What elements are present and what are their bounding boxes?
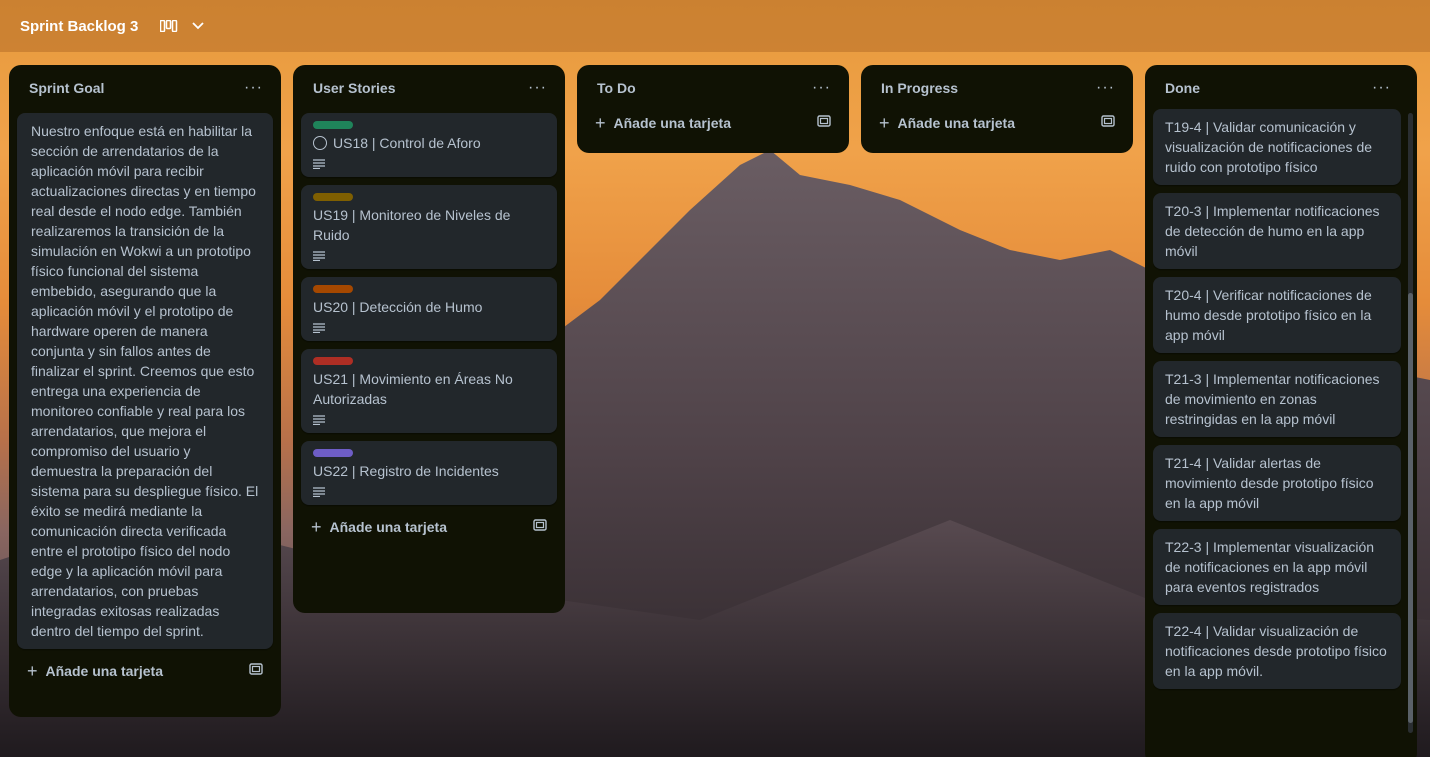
list-in-progress: In Progress ··· + Añade una tarjeta (861, 65, 1133, 153)
story-card-us20[interactable]: US20 | Detección de Humo (301, 277, 557, 341)
list-title[interactable]: To Do (597, 80, 636, 96)
list-header: In Progress ··· (869, 73, 1125, 105)
list-title[interactable]: Done (1165, 80, 1200, 96)
card-title: US19 | Monitoreo de Niveles de Ruido (313, 207, 511, 243)
more-icon[interactable]: ··· (1096, 79, 1115, 97)
card-title: T20-3 | Implementar notificaciones de de… (1165, 203, 1380, 259)
template-icon[interactable] (533, 518, 547, 536)
card-title: T20-4 | Verificar notificaciones de humo… (1165, 287, 1372, 343)
list-title[interactable]: User Stories (313, 80, 395, 96)
card-title: T21-3 | Implementar notificaciones de mo… (1165, 371, 1380, 427)
list-todo: To Do ··· + Añade una tarjeta (577, 65, 849, 153)
story-card-us18[interactable]: US18 | Control de Aforo (301, 113, 557, 177)
done-card[interactable]: T22-3 | Implementar visualización de not… (1153, 529, 1401, 605)
description-icon (313, 415, 325, 425)
add-card-button[interactable]: + Añade una tarjeta (869, 105, 1125, 139)
template-icon[interactable] (1101, 114, 1115, 132)
list-header: Sprint Goal ··· (17, 73, 273, 105)
sprint-goal-card[interactable]: Nuestro enfoque está en habilitar la sec… (17, 113, 273, 649)
list-header: Done ··· (1153, 73, 1401, 105)
card-title: US18 | Control de Aforo (333, 135, 481, 151)
chevron-down-icon[interactable] (192, 19, 204, 33)
more-icon[interactable]: ··· (812, 79, 831, 97)
add-card-button[interactable]: + Añade una tarjeta (17, 653, 273, 687)
done-cards-container: T19-4 | Validar comunicación y visualiza… (1153, 105, 1401, 745)
story-card-us22[interactable]: US22 | Registro de Incidentes (301, 441, 557, 505)
story-card-us21[interactable]: US21 | Movimiento en Áreas No Autorizada… (301, 349, 557, 433)
board-view-icon[interactable] (160, 20, 178, 32)
add-card-label: Añade una tarjeta (897, 115, 1015, 131)
card-title: US22 | Registro de Incidentes (313, 463, 499, 479)
board-header: Sprint Backlog 3 (0, 0, 1430, 52)
scrollbar-thumb[interactable] (1408, 293, 1413, 723)
story-card-us19[interactable]: US19 | Monitoreo de Niveles de Ruido (301, 185, 557, 269)
add-card-label: Añade una tarjeta (329, 519, 447, 535)
card-title: T22-3 | Implementar visualización de not… (1165, 539, 1375, 595)
done-card[interactable]: T19-4 | Validar comunicación y visualiza… (1153, 109, 1401, 185)
description-icon (313, 487, 325, 497)
list-sprint-goal: Sprint Goal ··· Nuestro enfoque está en … (9, 65, 281, 717)
more-icon[interactable]: ··· (244, 79, 263, 97)
done-card[interactable]: T21-4 | Validar alertas de movimiento de… (1153, 445, 1401, 521)
card-label[interactable] (313, 121, 353, 129)
card-title: US21 | Movimiento en Áreas No Autorizada… (313, 371, 513, 407)
more-icon[interactable]: ··· (528, 79, 547, 97)
list-header: To Do ··· (585, 73, 841, 105)
description-icon (313, 251, 325, 261)
template-icon[interactable] (249, 662, 263, 680)
list-user-stories: User Stories ··· US18 | Control de Aforo… (293, 65, 565, 613)
add-card-label: Añade una tarjeta (45, 663, 163, 679)
scrollbar[interactable] (1408, 113, 1413, 733)
done-card[interactable]: T20-4 | Verificar notificaciones de humo… (1153, 277, 1401, 353)
board-title[interactable]: Sprint Backlog 3 (20, 18, 138, 35)
list-title[interactable]: In Progress (881, 80, 958, 96)
done-card[interactable]: T20-3 | Implementar notificaciones de de… (1153, 193, 1401, 269)
card-label[interactable] (313, 193, 353, 201)
card-title: T19-4 | Validar comunicación y visualiza… (1165, 119, 1373, 175)
add-card-button[interactable]: + Añade una tarjeta (585, 105, 841, 139)
template-icon[interactable] (817, 114, 831, 132)
more-icon[interactable]: ··· (1372, 79, 1391, 97)
list-header: User Stories ··· (301, 73, 557, 105)
plus-icon: + (27, 660, 38, 681)
card-text: Nuestro enfoque está en habilitar la sec… (31, 123, 259, 639)
list-title[interactable]: Sprint Goal (29, 80, 104, 96)
card-label[interactable] (313, 357, 353, 365)
description-icon (313, 323, 325, 333)
complete-checkbox-icon[interactable] (313, 136, 327, 150)
done-card[interactable]: T21-3 | Implementar notificaciones de mo… (1153, 361, 1401, 437)
plus-icon: + (311, 516, 322, 537)
card-label[interactable] (313, 449, 353, 457)
done-card[interactable]: T22-4 | Validar visualización de notific… (1153, 613, 1401, 689)
card-title: T22-4 | Validar visualización de notific… (1165, 623, 1387, 679)
plus-icon: + (879, 112, 890, 133)
description-icon (313, 159, 325, 169)
card-label[interactable] (313, 285, 353, 293)
card-title: T21-4 | Validar alertas de movimiento de… (1165, 455, 1374, 511)
list-done: Done ··· T19-4 | Validar comunicación y … (1145, 65, 1417, 757)
card-title: US20 | Detección de Humo (313, 299, 483, 315)
add-card-button[interactable]: + Añade una tarjeta (301, 509, 557, 543)
add-card-label: Añade una tarjeta (613, 115, 731, 131)
plus-icon: + (595, 112, 606, 133)
